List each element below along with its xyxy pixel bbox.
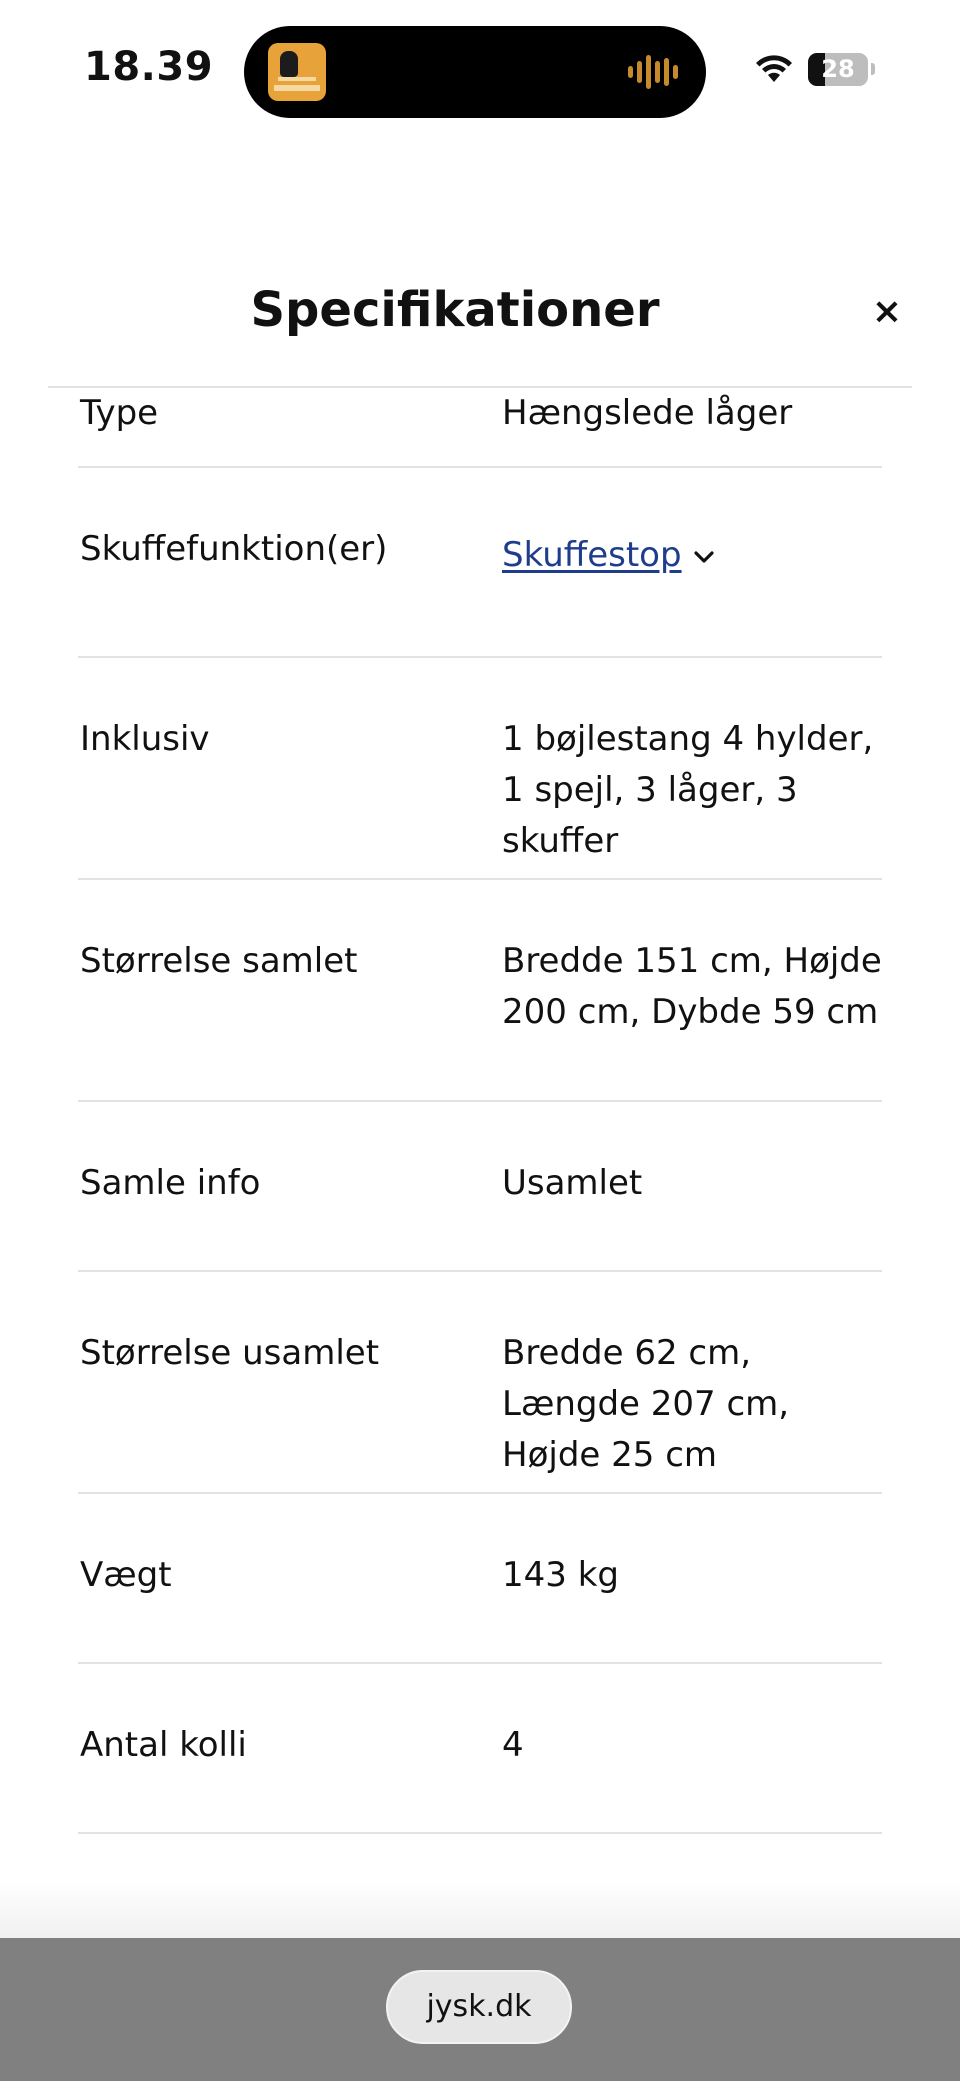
spec-row: Antal kolli 4 xyxy=(78,1662,882,1834)
spec-value: Bredde 62 cm, Længde 207 cm, Højde 25 cm xyxy=(502,1333,790,1475)
battery-cap xyxy=(871,63,875,75)
podcast-artwork-icon[interactable] xyxy=(268,43,326,101)
spec-value: 1 bøjlestang 4 hylder, 1 spejl, 3 låger,… xyxy=(502,719,874,861)
spec-row: Vægt 143 kg xyxy=(78,1492,882,1664)
spec-value-link[interactable]: Skuffestop xyxy=(502,535,682,575)
spec-row: Samle info Usamlet xyxy=(78,1100,882,1272)
spec-value: Skuffestop xyxy=(502,530,892,581)
dynamic-island[interactable] xyxy=(244,26,706,118)
spec-label: Vægt xyxy=(80,1555,172,1595)
battery-level: 28 xyxy=(821,55,855,83)
chevron-down-icon[interactable] xyxy=(692,545,716,569)
status-time: 18.39 xyxy=(84,44,214,90)
spec-label: Type xyxy=(80,393,159,433)
spec-label: Inklusiv xyxy=(80,719,210,759)
spec-label: Skuffefunktion(er) xyxy=(80,529,388,569)
spec-row: Inklusiv 1 bøjlestang 4 hylder, 1 spejl, … xyxy=(78,656,882,880)
spec-value: Usamlet xyxy=(502,1163,643,1203)
modal-title: Specifikationer xyxy=(250,282,660,338)
spec-row: Skuffefunktion(er) Skuffestop xyxy=(78,466,882,658)
spec-list-viewport[interactable]: Type Hængslede låger Skuffefunktion(er) Sku… xyxy=(0,388,960,1938)
spec-label: Størrelse usamlet xyxy=(80,1333,380,1373)
spec-value: Hængslede låger xyxy=(502,393,793,433)
wifi-icon xyxy=(756,55,792,82)
spec-value: Bredde 151 cm, Højde 200 cm, Dybde 59 cm xyxy=(502,941,882,1032)
address-bar[interactable]: jysk.dk xyxy=(386,1970,572,2044)
audio-waveform-icon xyxy=(628,54,680,90)
spec-value: 143 kg xyxy=(502,1555,619,1595)
header-divider xyxy=(48,386,912,388)
spec-row: Størrelse usamlet Bredde 62 cm, Længde 20… xyxy=(78,1270,882,1494)
spec-row: Type Hængslede låger xyxy=(78,388,882,468)
bottom-fade xyxy=(0,1880,960,1940)
spec-label: Samle info xyxy=(80,1163,261,1203)
status-bar: 18.39 28 xyxy=(0,0,960,140)
spec-row: Størrelse samlet Bredde 151 cm, Højde 200… xyxy=(78,878,882,1102)
spec-value: 4 xyxy=(502,1725,524,1765)
spec-label: Størrelse samlet xyxy=(80,941,358,981)
battery-indicator: 28 xyxy=(808,53,868,86)
close-button[interactable]: × xyxy=(862,286,912,336)
browser-toolbar: jysk.dk xyxy=(0,1938,960,2081)
spec-label: Antal kolli xyxy=(80,1725,247,1765)
